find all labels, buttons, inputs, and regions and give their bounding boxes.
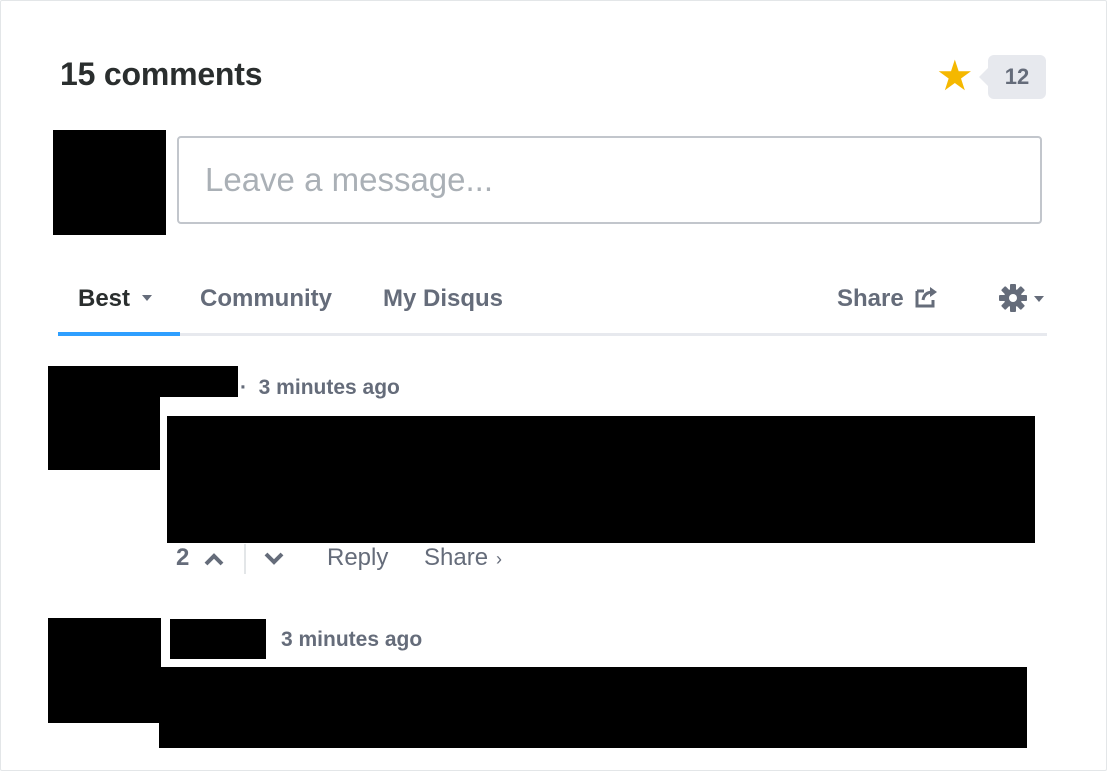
gear-icon (999, 284, 1044, 312)
share-thread-label: Share (837, 285, 904, 312)
tab-best[interactable]: Best (78, 285, 153, 313)
downvote-icon[interactable] (264, 552, 284, 566)
active-tab-indicator (58, 332, 180, 336)
share-thread-button[interactable]: Share (837, 285, 940, 313)
meta-separator: · (240, 376, 247, 399)
vote-count: 2 (176, 544, 190, 571)
upvote-icon[interactable] (204, 552, 224, 566)
share-icon (915, 287, 937, 308)
comment-meta: · 3 minutes ago (240, 376, 400, 400)
comment-timestamp[interactable]: 3 minutes ago (259, 376, 400, 399)
comment-author-redacted (159, 366, 238, 397)
tab-my-disqus[interactable]: My Disqus (383, 285, 503, 313)
tab-community[interactable]: Community (200, 285, 332, 313)
comment-share-button[interactable]: Share › (424, 544, 502, 572)
vote-divider (244, 544, 246, 574)
comment-body-redacted (167, 416, 1035, 543)
chevron-right-icon: › (496, 549, 503, 569)
reply-button[interactable]: Reply (327, 544, 388, 572)
star-icon[interactable]: ★ (936, 54, 974, 98)
tab-best-label: Best (78, 285, 131, 312)
star-count-badge: 12 (979, 55, 1046, 99)
settings-gear-menu[interactable] (998, 283, 1048, 318)
user-avatar-redacted (53, 130, 166, 235)
comment-timestamp[interactable]: 3 minutes ago (281, 628, 422, 652)
comment-share-label: Share (424, 544, 489, 571)
comment-count-title: 15 comments (60, 56, 263, 92)
message-input[interactable] (177, 136, 1042, 224)
tabs-divider (58, 333, 1047, 336)
comment-avatar-redacted (48, 618, 161, 723)
chevron-down-icon (142, 294, 153, 301)
comment-author-redacted (170, 619, 266, 659)
comment-avatar-redacted (48, 366, 160, 470)
comment-body-redacted (159, 667, 1027, 748)
